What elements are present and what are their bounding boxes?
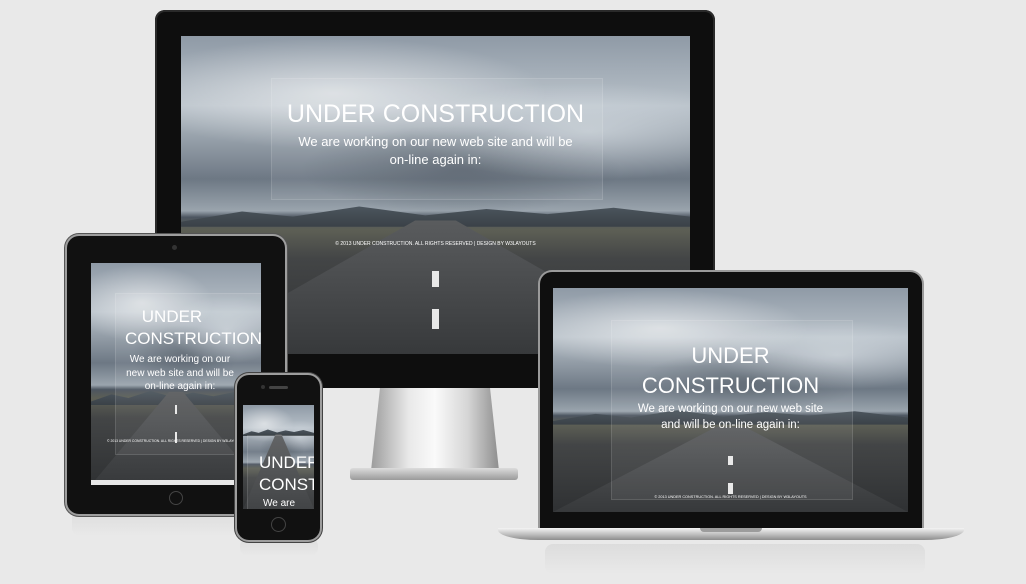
page-subtitle: We are working on our new web site and w… bbox=[637, 403, 824, 431]
page-footer: © 2013 UNDER CONSTRUCTION. ALL RIGHTS RE… bbox=[654, 495, 807, 499]
phone-home-button[interactable] bbox=[271, 517, 286, 532]
page-subtitle: We are bbox=[263, 498, 296, 509]
page-title-line2: CONSTRUCTI bbox=[259, 475, 314, 494]
page-title-line1: UNDER bbox=[259, 453, 314, 472]
phone-screen: UNDER CONSTRUCTI We are bbox=[243, 405, 314, 509]
phone-reflection bbox=[240, 538, 318, 556]
page-subtitle: We are working on our new web site and w… bbox=[126, 354, 234, 392]
smartphone: UNDER CONSTRUCTI We are bbox=[237, 375, 320, 540]
page-title-line1: UNDER bbox=[691, 343, 770, 368]
monitor-stand bbox=[370, 384, 500, 480]
phone-camera bbox=[261, 385, 265, 389]
laptop-screen: UNDER CONSTRUCTION We are working on our… bbox=[553, 288, 908, 512]
tablet-camera bbox=[172, 245, 177, 250]
page-title-line2: CONSTRUCTION bbox=[641, 373, 820, 398]
phone-speaker bbox=[269, 386, 288, 389]
monitor-base bbox=[350, 468, 518, 480]
page-title: UNDER CONSTRUCTION bbox=[286, 100, 585, 128]
tablet-screen-bottom-bar bbox=[91, 480, 261, 485]
laptop: UNDER CONSTRUCTION We are working on our… bbox=[498, 272, 964, 544]
page-subtitle: We are working on our new web site and w… bbox=[298, 134, 573, 167]
laptop-trackpad-notch bbox=[700, 528, 762, 532]
tablet-screen: UNDER CONSTRUCTION We are working on our… bbox=[91, 263, 261, 485]
page-title-line1: UNDER bbox=[141, 307, 203, 326]
laptop-reflection bbox=[545, 544, 925, 574]
tablet-home-button[interactable] bbox=[169, 491, 183, 505]
page-title-line2: CONSTRUCTION bbox=[125, 329, 261, 348]
